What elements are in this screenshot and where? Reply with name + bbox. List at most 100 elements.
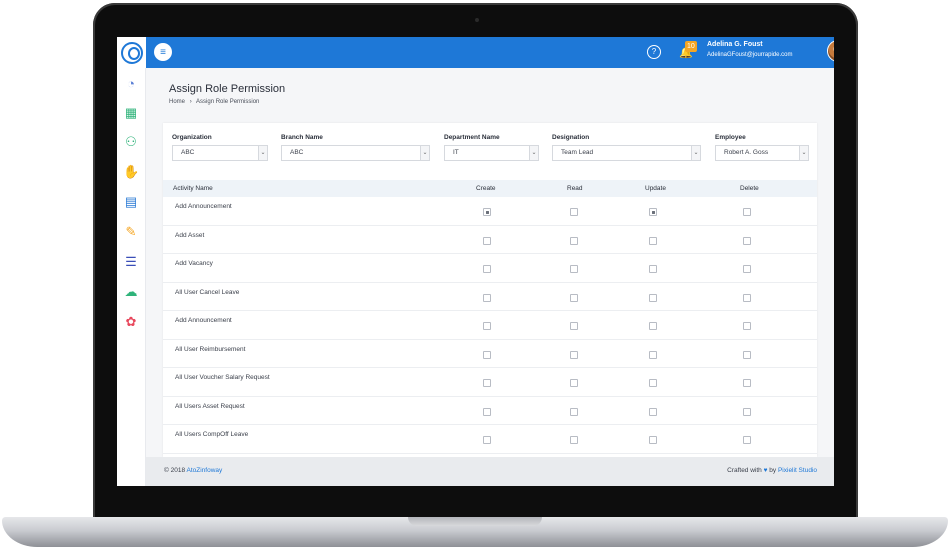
create-checkbox[interactable] bbox=[483, 379, 491, 387]
update-checkbox[interactable] bbox=[649, 407, 657, 416]
payroll-icon[interactable]: ▤ bbox=[123, 195, 139, 209]
update-checkbox[interactable] bbox=[649, 265, 657, 273]
delete-checkbox[interactable] bbox=[743, 407, 751, 416]
users-icon[interactable]: ⚇ bbox=[123, 135, 139, 149]
organization-select[interactable]: ABC ⌄ bbox=[172, 145, 268, 161]
read-checkbox[interactable] bbox=[570, 407, 578, 416]
user-name[interactable]: Adelina G. Foust bbox=[707, 41, 763, 48]
breadcrumb-separator: › bbox=[189, 99, 192, 105]
create-checkbox[interactable] bbox=[483, 236, 491, 245]
avatar[interactable] bbox=[827, 40, 834, 62]
create-checkbox[interactable] bbox=[483, 322, 491, 330]
delete-checkbox[interactable] bbox=[743, 350, 751, 359]
hand-money-icon[interactable]: ✋ bbox=[123, 165, 139, 179]
employee-select[interactable]: Robert A. Goss ⌄ bbox=[715, 145, 809, 161]
breadcrumb-home[interactable]: Home bbox=[169, 99, 185, 105]
delete-checkbox[interactable] bbox=[743, 236, 751, 245]
logo[interactable] bbox=[117, 37, 146, 68]
update-checkbox[interactable] bbox=[649, 322, 657, 330]
dashboard-icon[interactable]: ◔ bbox=[123, 77, 139, 91]
laptop-notch bbox=[408, 517, 542, 526]
crafted-by-text: by bbox=[769, 467, 777, 474]
table-row: All User Voucher Salary Request bbox=[163, 368, 817, 397]
header-update: Update bbox=[645, 185, 666, 192]
reports-icon[interactable]: ☰ bbox=[123, 255, 139, 269]
table-row: Add Asset bbox=[163, 226, 817, 254]
employee-value: Robert A. Goss bbox=[724, 149, 769, 156]
create-checkbox[interactable] bbox=[483, 208, 491, 216]
read-checkbox[interactable] bbox=[570, 293, 578, 302]
chevron-down-icon: ⌄ bbox=[258, 146, 267, 160]
delete-checkbox[interactable] bbox=[743, 208, 751, 216]
update-checkbox[interactable] bbox=[649, 293, 657, 302]
header-delete: Delete bbox=[740, 185, 759, 192]
activity-name: All Users Asset Request bbox=[175, 402, 245, 410]
topbar: ≡ ? 🔔 10 Adelina G. Foust AdelinaGFoust@… bbox=[146, 37, 834, 68]
read-checkbox[interactable] bbox=[570, 350, 578, 359]
chat-icon[interactable]: ☁ bbox=[123, 285, 139, 299]
header-activity-name: Activity Name bbox=[173, 185, 213, 192]
copyright-text: © 2018 bbox=[164, 467, 186, 474]
create-checkbox[interactable] bbox=[483, 265, 491, 273]
branch-label: Branch Name bbox=[281, 134, 323, 141]
delete-checkbox[interactable] bbox=[743, 322, 751, 330]
chevron-down-icon: ⌄ bbox=[420, 146, 429, 160]
credits: Crafted with ♥ by Pixielit Studio bbox=[727, 467, 817, 474]
copyright: © 2018 AtoZinfoway bbox=[164, 467, 222, 474]
laptop-frame: ◔ ▦ ⚇ ✋ ▤ ✎ ☰ ☁ ✿ ≡ ? 🔔 10 Adelina G. Fo… bbox=[0, 0, 950, 550]
table-row: Add Vacancy bbox=[163, 254, 817, 283]
delete-checkbox[interactable] bbox=[743, 265, 751, 273]
logo-icon bbox=[120, 41, 143, 64]
hamburger-icon: ≡ bbox=[160, 46, 166, 58]
crafted-text: Crafted with bbox=[727, 467, 762, 474]
footer: © 2018 AtoZinfoway Crafted with ♥ by Pix… bbox=[146, 457, 834, 486]
table-row: Add Announcement bbox=[163, 311, 817, 340]
update-checkbox[interactable] bbox=[649, 379, 657, 387]
organization-label: Organization bbox=[172, 134, 212, 141]
table-row: All Users Asset Request bbox=[163, 397, 817, 425]
help-icon[interactable]: ? bbox=[647, 45, 661, 59]
table-header: Activity Name Create Read Update Delete bbox=[163, 180, 817, 197]
activity-name: All User Voucher Salary Request bbox=[175, 374, 270, 381]
brand-link[interactable]: AtoZinfoway bbox=[187, 467, 223, 474]
activity-name: All User Cancel Leave bbox=[175, 288, 240, 296]
delete-checkbox[interactable] bbox=[743, 379, 751, 387]
table-row: All User Cancel Leave bbox=[163, 283, 817, 311]
table-row: Add Announcement bbox=[163, 197, 817, 226]
branch-select[interactable]: ABC ⌄ bbox=[281, 145, 430, 161]
delete-checkbox[interactable] bbox=[743, 436, 751, 444]
read-checkbox[interactable] bbox=[570, 322, 578, 330]
breadcrumb-current: Assign Role Permission bbox=[196, 99, 260, 105]
read-checkbox[interactable] bbox=[570, 208, 578, 216]
camera bbox=[475, 18, 479, 22]
settings-icon[interactable]: ✿ bbox=[123, 315, 139, 329]
department-label: Department Name bbox=[444, 134, 500, 141]
leave-icon[interactable]: ✎ bbox=[123, 225, 139, 239]
update-checkbox[interactable] bbox=[649, 436, 657, 444]
create-checkbox[interactable] bbox=[483, 407, 491, 416]
designation-select[interactable]: Team Lead ⌄ bbox=[552, 145, 701, 161]
menu-toggle-button[interactable]: ≡ bbox=[154, 43, 172, 61]
create-checkbox[interactable] bbox=[483, 350, 491, 359]
header-create: Create bbox=[476, 185, 496, 192]
chevron-down-icon: ⌄ bbox=[529, 146, 538, 160]
app-screen: ◔ ▦ ⚇ ✋ ▤ ✎ ☰ ☁ ✿ ≡ ? 🔔 10 Adelina G. Fo… bbox=[117, 37, 834, 486]
studio-link[interactable]: Pixielit Studio bbox=[778, 467, 817, 474]
calendar-icon[interactable]: ▦ bbox=[123, 106, 139, 120]
designation-value: Team Lead bbox=[561, 149, 594, 156]
read-checkbox[interactable] bbox=[570, 436, 578, 444]
read-checkbox[interactable] bbox=[570, 379, 578, 387]
delete-checkbox[interactable] bbox=[743, 293, 751, 302]
create-checkbox[interactable] bbox=[483, 293, 491, 302]
create-checkbox[interactable] bbox=[483, 436, 491, 444]
user-email: AdelinaGFoust@jourrapide.com bbox=[707, 52, 793, 58]
update-checkbox[interactable] bbox=[649, 350, 657, 359]
activity-name: All User Reimbursement bbox=[175, 345, 246, 353]
department-select[interactable]: IT ⌄ bbox=[444, 145, 539, 161]
read-checkbox[interactable] bbox=[570, 236, 578, 245]
update-checkbox[interactable] bbox=[649, 236, 657, 245]
read-checkbox[interactable] bbox=[570, 265, 578, 273]
sidebar: ◔ ▦ ⚇ ✋ ▤ ✎ ☰ ☁ ✿ bbox=[117, 37, 146, 486]
branch-value: ABC bbox=[290, 149, 304, 156]
update-checkbox[interactable] bbox=[649, 208, 657, 216]
